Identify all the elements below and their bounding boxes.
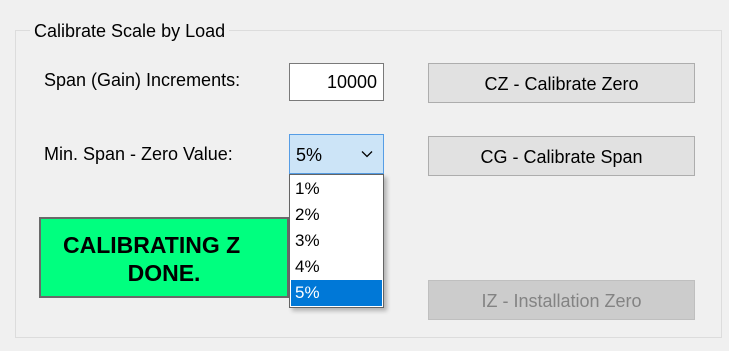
span-increments-input[interactable]: 10000 <box>289 63 384 101</box>
calibrate-zero-button[interactable]: CZ - Calibrate Zero <box>428 63 695 103</box>
combo-selected-value: 5% <box>296 145 323 165</box>
status-line-1: CALIBRATING Z <box>63 232 241 258</box>
dropdown-option-4[interactable]: 4% <box>291 254 382 280</box>
status-panel: CALIBRATING Z DONE. <box>39 217 289 298</box>
min-span-label: Min. Span - Zero Value: <box>44 144 233 164</box>
installation-zero-button: IZ - Installation Zero <box>428 280 695 320</box>
calibrate-span-button[interactable]: CG - Calibrate Span <box>428 136 695 176</box>
group-title: Calibrate Scale by Load <box>30 19 230 43</box>
span-increments-label: Span (Gain) Increments: <box>44 70 241 90</box>
dropdown-option-3[interactable]: 3% <box>291 228 382 254</box>
dropdown-option-1[interactable]: 1% <box>291 176 382 202</box>
status-line-2: DONE. <box>127 260 201 286</box>
min-span-dropdown-list: 1% 2% 3% 4% 5% <box>289 174 384 308</box>
dropdown-option-5[interactable]: 5% <box>291 280 382 306</box>
min-span-combobox[interactable]: 5% <box>289 134 384 174</box>
dropdown-option-2[interactable]: 2% <box>291 202 382 228</box>
chevron-down-icon[interactable] <box>359 146 375 162</box>
